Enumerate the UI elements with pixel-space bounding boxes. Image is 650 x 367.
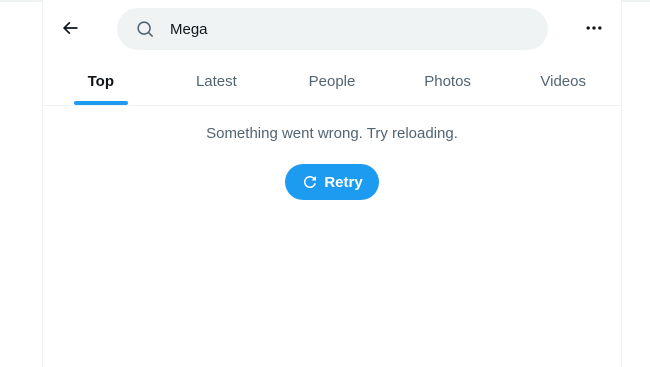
tab-label: People	[308, 73, 356, 90]
search-header	[43, 0, 621, 58]
retry-button[interactable]: Retry	[285, 164, 379, 200]
tab-latest[interactable]: Latest	[159, 58, 275, 105]
refresh-icon	[301, 173, 319, 191]
tab-videos[interactable]: Videos	[505, 58, 621, 105]
search-box[interactable]	[117, 8, 548, 50]
tab-label: Latest	[195, 73, 237, 90]
error-message: Something went wrong. Try reloading.	[206, 125, 458, 142]
tab-label: Top	[87, 73, 114, 90]
search-icon	[135, 19, 155, 39]
tab-photos[interactable]: Photos	[390, 58, 506, 105]
retry-label: Retry	[324, 173, 363, 191]
search-input[interactable]	[170, 20, 490, 38]
search-tabs: Top Latest People Photos Videos	[43, 58, 621, 106]
tab-label: Videos	[540, 73, 586, 90]
active-tab-indicator	[73, 101, 128, 105]
more-button[interactable]	[577, 11, 611, 45]
tab-people[interactable]: People	[274, 58, 390, 105]
more-horizontal-icon	[584, 18, 604, 38]
tab-top[interactable]: Top	[43, 58, 159, 105]
main-column: Top Latest People Photos Videos Somethin…	[42, 0, 622, 367]
tab-label: Photos	[424, 73, 471, 90]
back-button[interactable]	[53, 11, 87, 45]
arrow-left-icon	[60, 18, 80, 38]
